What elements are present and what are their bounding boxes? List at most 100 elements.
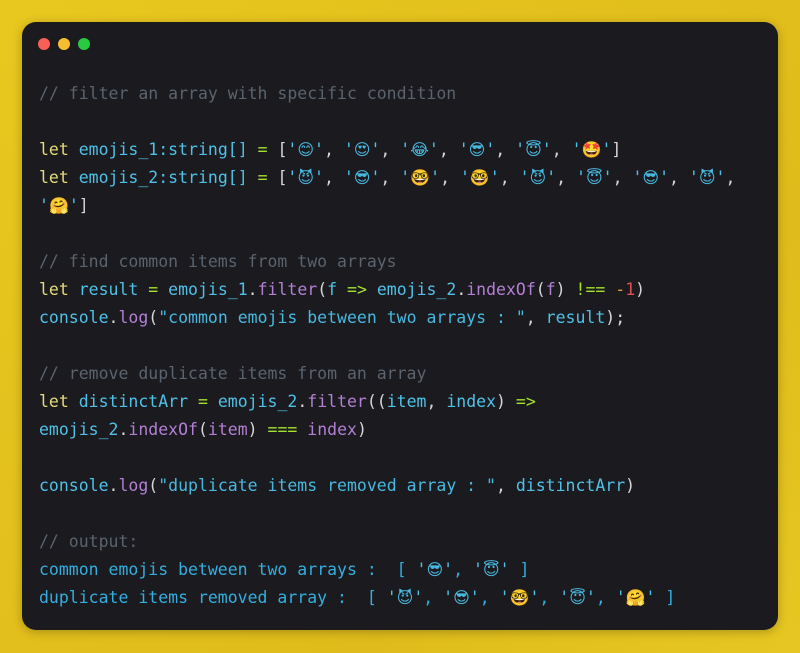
paren-open: (( (366, 392, 387, 411)
quote: ' (472, 560, 483, 579)
emoji-value: 😎 (426, 560, 444, 579)
minimize-button-dot[interactable] (58, 38, 70, 50)
comma: , (496, 476, 516, 495)
paren-close: ); (605, 308, 626, 327)
comma: , (725, 168, 746, 187)
comma: , (423, 588, 444, 607)
operator-assign: = (257, 140, 268, 159)
quote: ' (659, 168, 670, 187)
paren-open: ( (317, 280, 328, 299)
emoji-value: 😇 (585, 168, 603, 187)
comma: , (380, 168, 401, 187)
comma: , (612, 168, 633, 187)
quote: ' (485, 140, 496, 159)
quote: ' (645, 588, 656, 607)
emoji-value: 😎 (453, 588, 470, 607)
emoji-value: 😇 (569, 588, 586, 607)
emoji-value: 😎 (468, 140, 486, 159)
emoji-value: 😈 (698, 168, 716, 187)
comma: , (479, 588, 500, 607)
quote: ' (430, 168, 441, 187)
bracket-open: [ (267, 140, 288, 159)
comma: , (556, 168, 577, 187)
comma: , (669, 168, 689, 187)
string-literal-common: "common emojis between two arrays : " (158, 308, 526, 327)
variable-distinctarr: distinctArr (78, 392, 189, 411)
operator-arrow: => (347, 280, 367, 299)
quote: ' (458, 140, 469, 159)
code-line-distinct-filter: let distinctArr = emojis_2.filter((item,… (39, 388, 760, 444)
window-titlebar (22, 22, 778, 64)
quote: ' (515, 140, 526, 159)
type-annotation: :string[] (158, 140, 248, 159)
quote: ' (400, 140, 411, 159)
comma: , (380, 140, 401, 159)
method-indexof: indexOf (466, 280, 536, 299)
paren-close: ) (247, 420, 258, 439)
quote: ' (314, 140, 324, 159)
keyword-let: let (39, 392, 69, 411)
number-sign: - (615, 280, 626, 299)
quote: ' (428, 140, 439, 159)
variable-emojis-2: emojis_2 (217, 392, 298, 411)
dot: . (247, 280, 258, 299)
paren-close: ) (625, 476, 636, 495)
emoji-value: 😈 (529, 168, 547, 187)
close-button-dot[interactable] (38, 38, 50, 50)
object-console: console (39, 308, 109, 327)
variable-emojis-2: emojis_2 (376, 280, 457, 299)
comma: , (323, 168, 344, 187)
quote: ' (615, 588, 626, 607)
keyword-let: let (39, 168, 69, 187)
code-editor-content[interactable]: // filter an array with specific conditi… (22, 64, 778, 630)
operator-arrow: => (515, 392, 536, 411)
emoji-value: 😇 (525, 140, 542, 159)
quote: ' (459, 168, 470, 187)
maximize-button-dot[interactable] (78, 38, 90, 50)
output-line-duplicate: duplicate items removed array : [ '😈', '… (39, 584, 760, 612)
quote: ' (343, 168, 354, 187)
quote: ' (413, 588, 424, 607)
code-line-comment-1: // filter an array with specific conditi… (39, 80, 760, 108)
bracket-close: ] (655, 588, 676, 607)
dot: . (108, 476, 119, 495)
emoji-value: 🤓 (469, 168, 490, 187)
variable-result: result (78, 280, 139, 299)
quote: ' (499, 560, 510, 579)
object-console: console (39, 476, 109, 495)
paren-close: ) (496, 392, 506, 411)
comma: , (426, 392, 447, 411)
dot: . (108, 308, 119, 327)
emoji-value: 🤗 (48, 196, 69, 215)
param-index: index (307, 420, 357, 439)
quote: ' (370, 168, 381, 187)
quote: ' (559, 588, 570, 607)
variable-emojis-2: emojis_2 (39, 420, 119, 439)
comma: , (323, 140, 344, 159)
quote: ' (39, 196, 49, 215)
comma: , (499, 168, 520, 187)
code-line-result-filter: let result = emojis_1.filter(f => emojis… (39, 276, 760, 304)
quote: ' (576, 168, 586, 187)
output-line-common: common emojis between two arrays : [ '😎'… (39, 556, 760, 584)
code-line-declare-emojis-2: let emojis_2:string[] = ['😈', '😎', '🤓', … (39, 164, 760, 220)
emoji-value: 😇 (482, 560, 500, 579)
quote: ' (469, 588, 480, 607)
output-label: common emojis between two arrays : (39, 560, 377, 579)
comma: , (525, 308, 546, 327)
bracket-close: ] (509, 560, 530, 579)
method-log: log (118, 308, 149, 327)
quote: ' (585, 588, 596, 607)
comma: , (438, 140, 459, 159)
